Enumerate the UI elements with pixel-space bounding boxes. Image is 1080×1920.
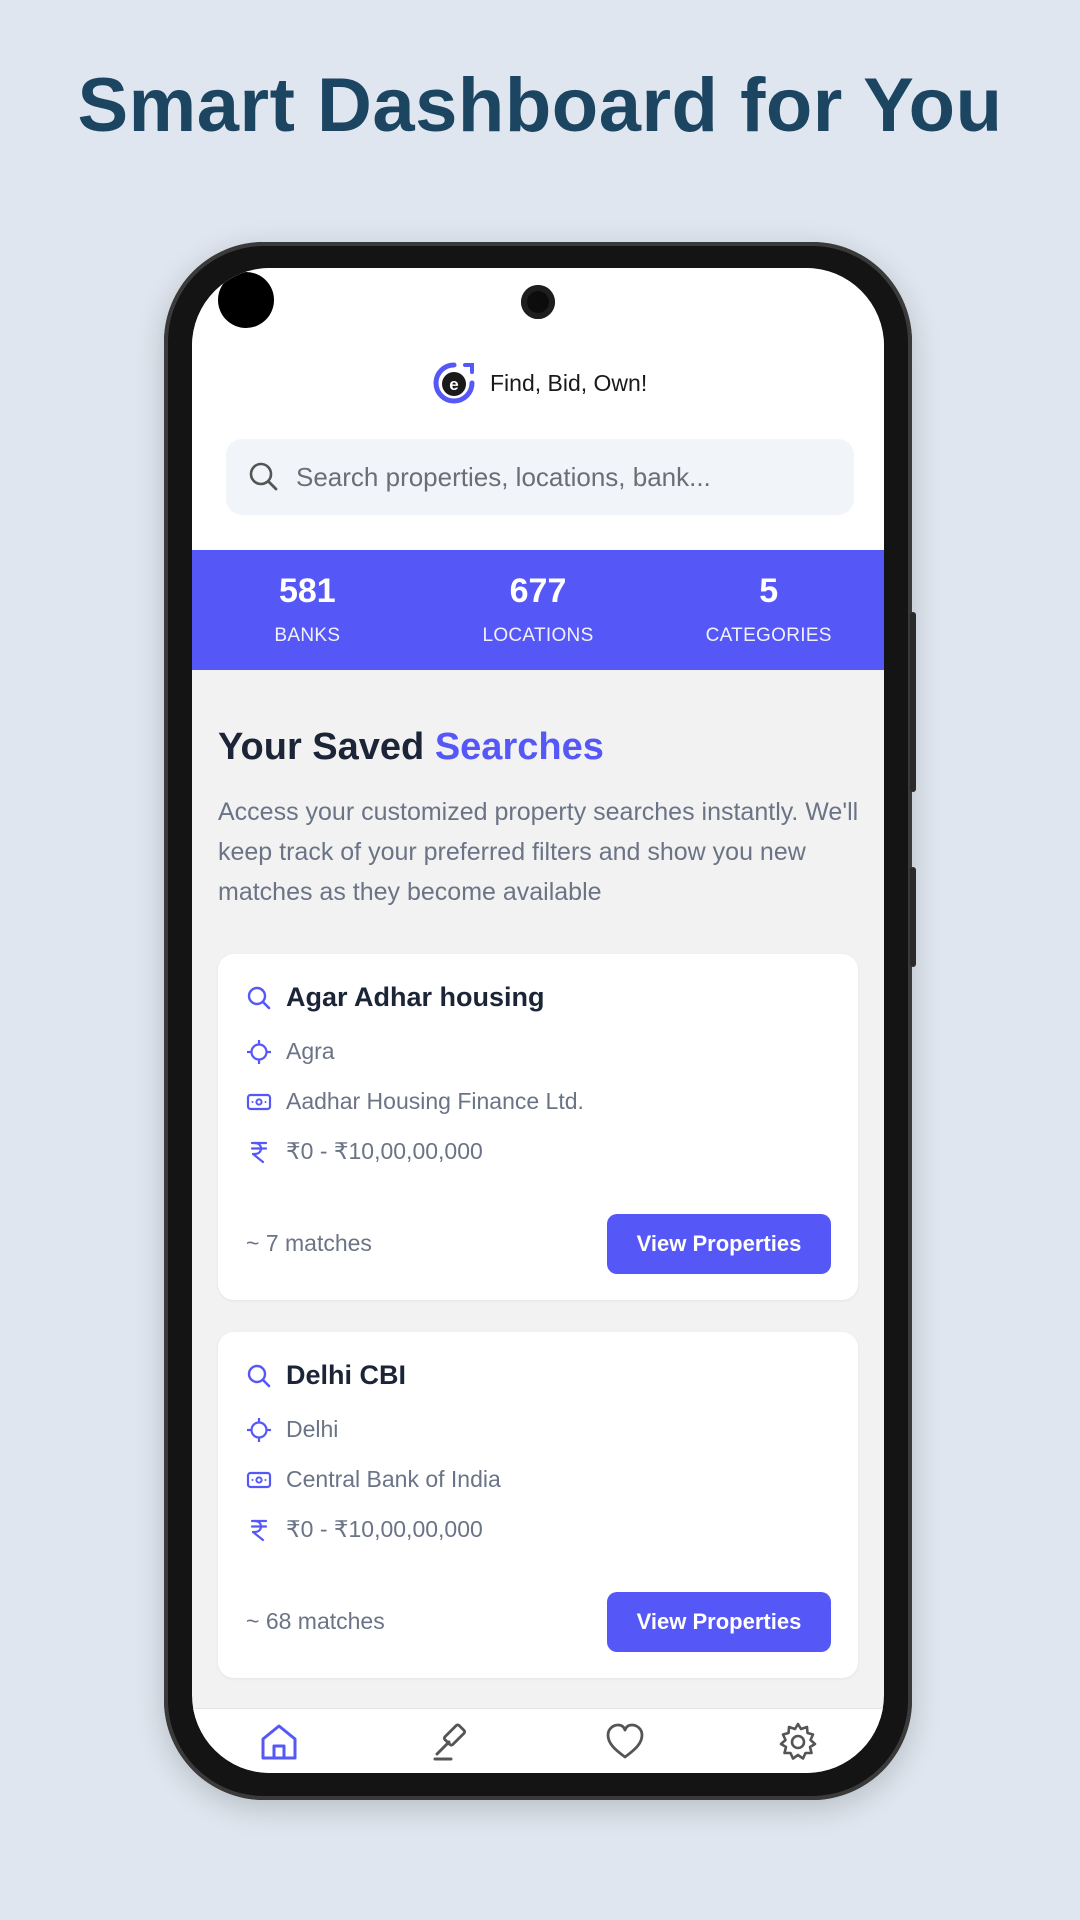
stat-value: 677 (509, 572, 567, 610)
search-icon (247, 986, 271, 1009)
app-logo-letter: e (449, 375, 458, 394)
rupee-icon (250, 1519, 268, 1541)
phone-screen: e Find, Bid, Own! 581 BANKS 677 LOCATION… (192, 268, 884, 1773)
stats-bar: 581 BANKS 677 LOCATIONS 5 CATEGORIES (192, 550, 884, 670)
stat-label: BANKS (274, 625, 341, 646)
card-title: Agar Adhar housing (286, 982, 545, 1012)
card-title-row: Delhi CBI (246, 1360, 406, 1391)
view-properties-button[interactable]: View Properties (607, 1214, 831, 1274)
location-crosshair-icon (247, 1417, 271, 1442)
stat-label: CATEGORIES (705, 625, 832, 646)
card-location: Agra (286, 1038, 335, 1064)
card-bank: Central Bank of India (286, 1466, 501, 1492)
camera-dot (218, 272, 274, 328)
banknote-icon (246, 1471, 272, 1488)
stat-label: LOCATIONS (482, 625, 594, 646)
volume-button (910, 867, 916, 967)
rupee-icon (250, 1141, 268, 1163)
card-bank-row: Central Bank of India (246, 1466, 501, 1493)
card-location-row: Agra (246, 1038, 335, 1065)
search-icon (249, 462, 278, 491)
banknote-icon (246, 1093, 272, 1110)
section-title-accent: Searches (434, 726, 604, 768)
nav-auctions[interactable] (412, 1709, 492, 1763)
card-price-range: ₹0 - ₹10,00,00,000 (286, 1516, 483, 1542)
card-location-row: Delhi (246, 1416, 338, 1443)
page-headline: Smart Dashboard for You (77, 63, 1003, 148)
card-price-row: ₹0 - ₹10,00,00,000 (246, 1516, 483, 1543)
bottom-nav (192, 1708, 884, 1773)
stat-banks[interactable]: 581 BANKS (192, 550, 423, 670)
gavel-icon (433, 1723, 466, 1761)
card-price-range: ₹0 - ₹10,00,00,000 (286, 1138, 483, 1164)
saved-search-card: Delhi CBI Delhi Central Bank of India ₹0… (218, 1332, 858, 1678)
location-crosshair-icon (247, 1039, 271, 1064)
card-matches: ~ 7 matches (246, 1230, 372, 1256)
card-bank: Aadhar Housing Finance Ltd. (286, 1088, 584, 1114)
search-bar[interactable] (226, 439, 854, 515)
stat-categories[interactable]: 5 CATEGORIES (653, 550, 884, 670)
nav-settings[interactable] (758, 1709, 838, 1763)
section-description: Access your customized property searches… (218, 798, 859, 906)
card-title-row: Agar Adhar housing (246, 982, 545, 1013)
heart-icon (606, 1723, 643, 1759)
app-logo-icon: e (433, 362, 475, 404)
app-tagline: Find, Bid, Own! (490, 369, 648, 396)
stat-value: 5 (759, 572, 779, 610)
saved-search-card: Agar Adhar housing Agra Aadhar Housing F… (218, 954, 858, 1300)
view-properties-button[interactable]: View Properties (607, 1592, 831, 1652)
front-camera (521, 285, 555, 319)
power-button (910, 612, 916, 792)
phone-frame: e Find, Bid, Own! 581 BANKS 677 LOCATION… (164, 242, 916, 1800)
search-icon (247, 1364, 271, 1387)
search-input[interactable] (294, 460, 838, 494)
stat-locations[interactable]: 677 LOCATIONS (423, 550, 654, 670)
stat-value: 581 (278, 572, 336, 610)
card-title: Delhi CBI (286, 1360, 407, 1390)
card-matches: ~ 68 matches (246, 1608, 385, 1634)
card-location: Delhi (286, 1416, 339, 1442)
gear-icon (779, 1722, 816, 1760)
card-price-row: ₹0 - ₹10,00,00,000 (246, 1138, 483, 1165)
card-bank-row: Aadhar Housing Finance Ltd. (246, 1088, 584, 1115)
brand[interactable]: e Find, Bid, Own! (432, 360, 647, 406)
home-icon (261, 1724, 296, 1760)
nav-home[interactable] (239, 1709, 319, 1763)
section-title: Your Saved Searches (218, 726, 604, 769)
section-title-part1: Your Saved (218, 726, 425, 768)
nav-favorites[interactable] (585, 1709, 665, 1763)
